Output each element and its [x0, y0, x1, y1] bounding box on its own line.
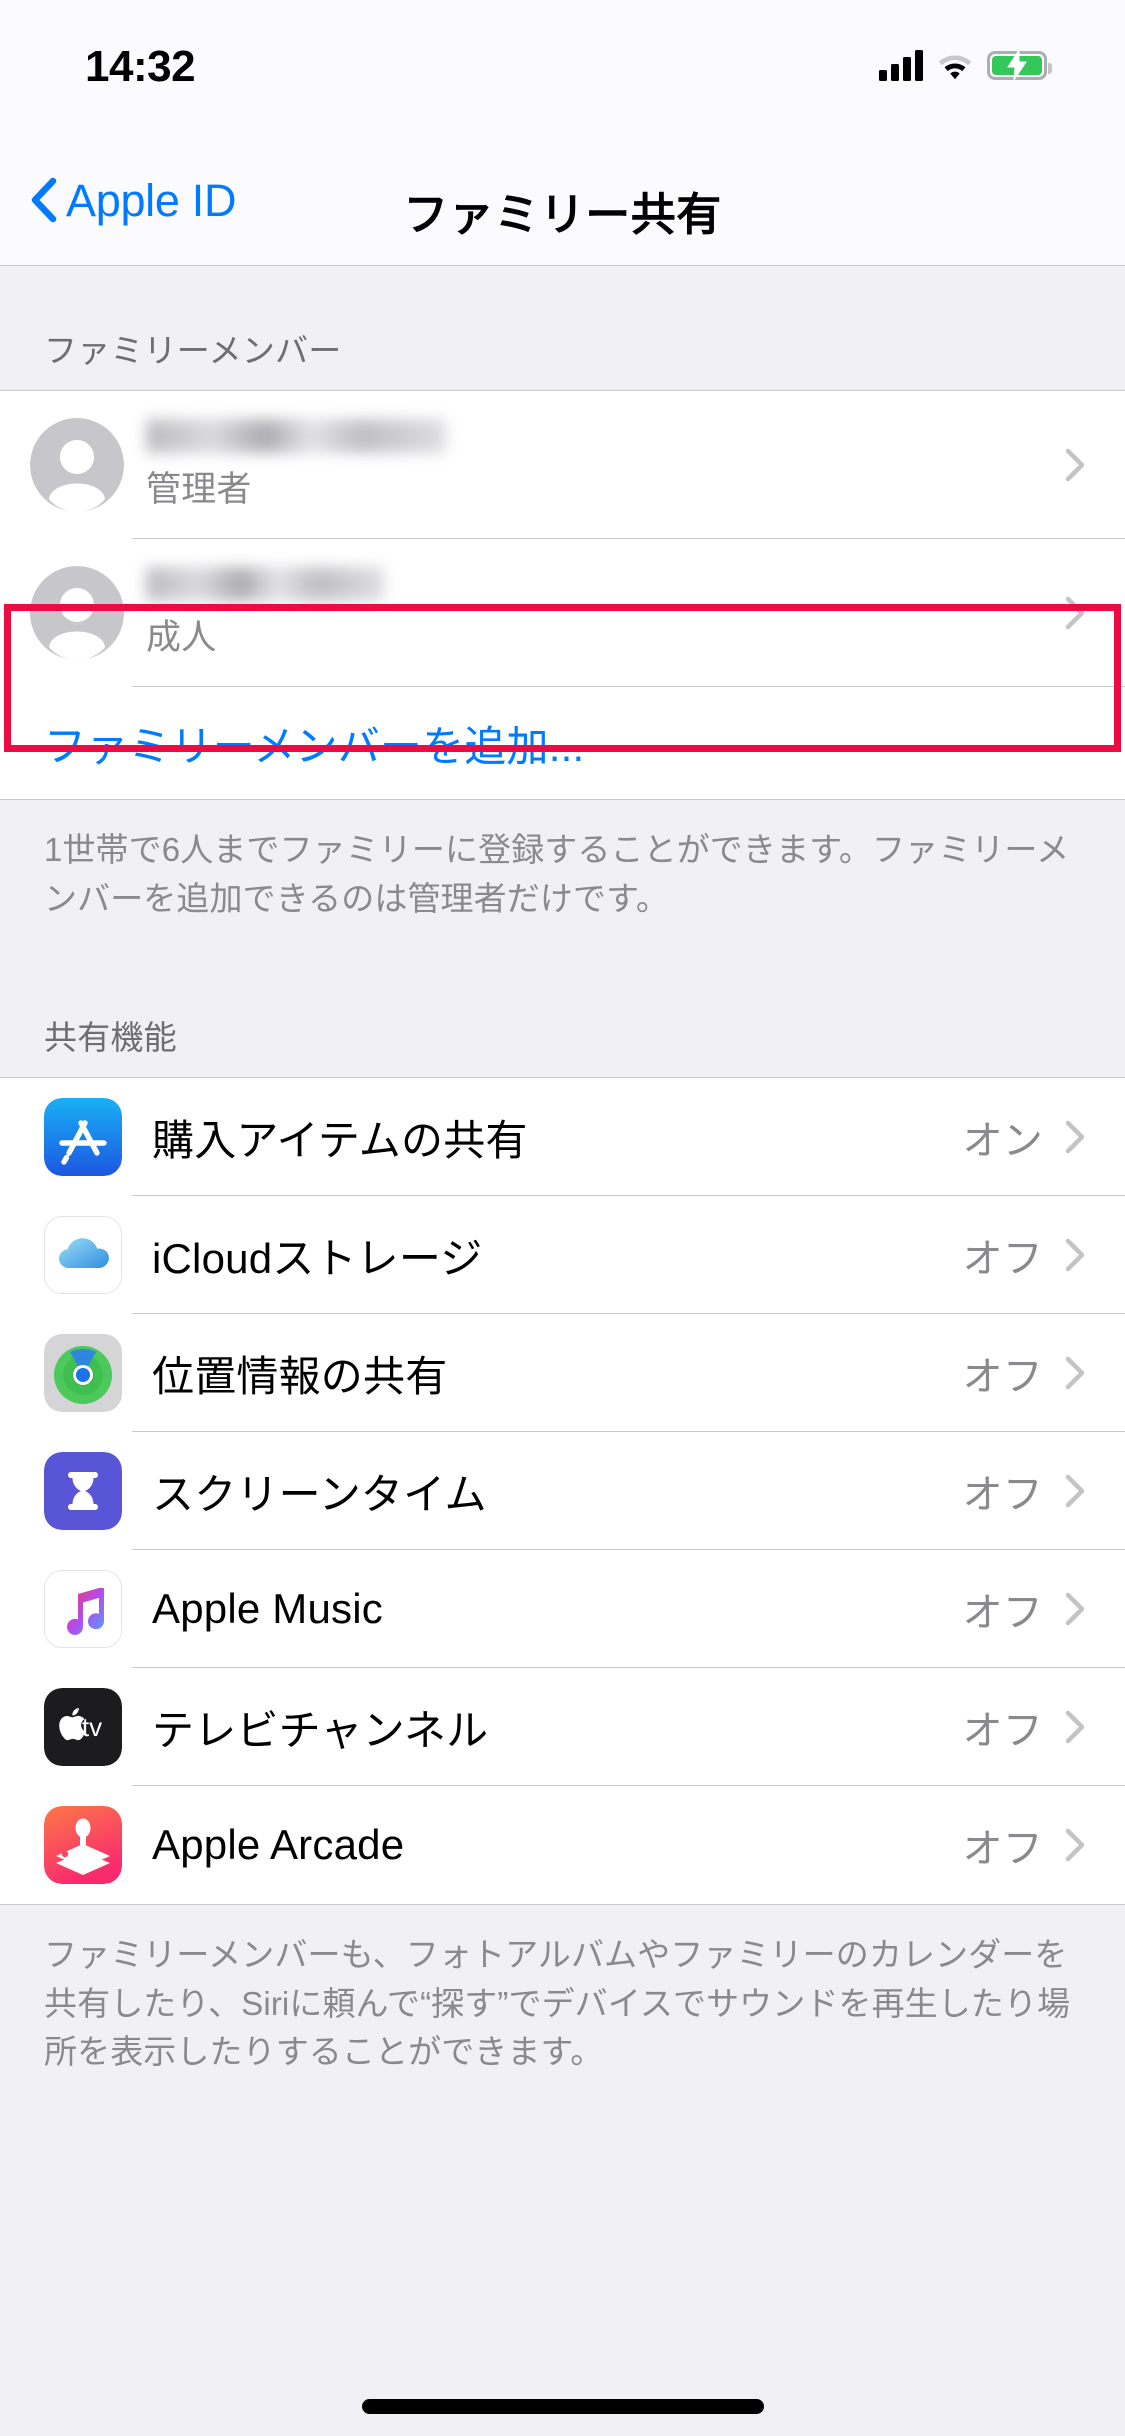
- feature-label: iCloudストレージ: [152, 1234, 483, 1282]
- member-text-group: 成人: [146, 566, 1065, 660]
- shared-features-header: 共有機能: [0, 953, 1125, 1077]
- feature-row-tv-channels[interactable]: tv テレビチャンネル オフ: [0, 1668, 1125, 1786]
- apple-arcade-icon: [44, 1806, 122, 1884]
- feature-row-apple-music[interactable]: Apple Music オフ: [0, 1550, 1125, 1668]
- app-store-icon: [44, 1098, 122, 1176]
- feature-value: オフ: [962, 1827, 1043, 1871]
- apple-music-icon: [44, 1570, 122, 1648]
- chevron-right-icon: [1065, 1592, 1085, 1626]
- feature-label: スクリーンタイム: [152, 1470, 487, 1518]
- person-avatar-icon: [30, 566, 124, 660]
- feature-value: オフ: [962, 1473, 1043, 1517]
- apple-tv-icon: tv: [44, 1688, 122, 1766]
- feature-value: オン: [962, 1119, 1043, 1163]
- add-family-member-label: ファミリーメンバーを追加...: [44, 722, 585, 770]
- chevron-right-icon: [1065, 596, 1085, 630]
- member-text-group: 管理者: [146, 418, 1065, 512]
- feature-value: オフ: [962, 1709, 1043, 1753]
- feature-label: テレビチャンネル: [152, 1706, 489, 1754]
- member-row-adult[interactable]: 成人: [0, 539, 1125, 687]
- feature-row-purchase-sharing[interactable]: 購入アイテムの共有 オン: [0, 1078, 1125, 1196]
- page-title: ファミリー共有: [403, 189, 722, 240]
- chevron-right-icon: [1065, 1828, 1085, 1862]
- family-members-list: 管理者 成人 ファミリーメンバーを追加...: [0, 391, 1125, 799]
- feature-value: オフ: [962, 1591, 1043, 1635]
- feature-value: オフ: [962, 1237, 1043, 1281]
- feature-label: Apple Music: [152, 1585, 383, 1632]
- chevron-right-icon: [1065, 1120, 1085, 1154]
- feature-row-location-sharing[interactable]: 位置情報の共有 オフ: [0, 1314, 1125, 1432]
- feature-value: オフ: [962, 1355, 1043, 1399]
- feature-row-screen-time[interactable]: スクリーンタイム オフ: [0, 1432, 1125, 1550]
- home-indicator: [361, 2399, 764, 2414]
- chevron-right-icon: [1065, 1474, 1085, 1508]
- chevron-right-icon: [1065, 1356, 1085, 1390]
- svg-text:tv: tv: [82, 1712, 102, 1742]
- screen-time-icon: [44, 1452, 122, 1530]
- icloud-icon: [44, 1216, 122, 1294]
- chevron-right-icon: [1065, 1238, 1085, 1272]
- chevron-right-icon: [1065, 1710, 1085, 1744]
- feature-row-icloud-storage[interactable]: iCloudストレージ オフ: [0, 1196, 1125, 1314]
- navigation-bar: Apple ID ファミリー共有: [0, 140, 1125, 266]
- cellular-signal-icon: [879, 49, 923, 81]
- find-my-icon: [44, 1334, 122, 1412]
- shared-features-footer: ファミリーメンバーも、フォトアルバムやファミリーのカレンダーを共有したり、Sir…: [0, 1905, 1125, 2107]
- iphone-screen: 14:32 Apple ID ファミリー共有 ファミリーメンバー 管理者 成人 …: [0, 0, 1125, 2436]
- feature-label: Apple Arcade: [152, 1821, 405, 1868]
- add-family-member-button[interactable]: ファミリーメンバーを追加...: [0, 687, 1125, 799]
- feature-label: 購入アイテムの共有: [152, 1116, 528, 1164]
- shared-features-list: 購入アイテムの共有 オン iCloudストレージ オフ 位置情報の共有 オフ ス…: [0, 1078, 1125, 1904]
- status-bar-indicators: [879, 44, 1052, 86]
- status-bar: 14:32: [0, 0, 1125, 140]
- member-role: 管理者: [146, 469, 252, 509]
- member-name-redacted: [146, 566, 384, 601]
- family-members-footer: 1世帯で6人までファミリーに登録することができます。ファミリーメンバーを追加でき…: [0, 800, 1125, 953]
- feature-row-apple-arcade[interactable]: Apple Arcade オフ: [0, 1786, 1125, 1904]
- family-members-header: ファミリーメンバー: [0, 266, 1125, 390]
- wifi-icon: [936, 50, 974, 80]
- member-name-redacted: [146, 418, 446, 453]
- chevron-right-icon: [1065, 448, 1085, 482]
- member-row-organizer[interactable]: 管理者: [0, 391, 1125, 539]
- feature-label: 位置情報の共有: [152, 1352, 448, 1400]
- member-role: 成人: [146, 617, 217, 657]
- battery-charging-icon: [987, 50, 1052, 80]
- status-bar-time: 14:32: [85, 42, 196, 91]
- person-avatar-icon: [30, 418, 124, 512]
